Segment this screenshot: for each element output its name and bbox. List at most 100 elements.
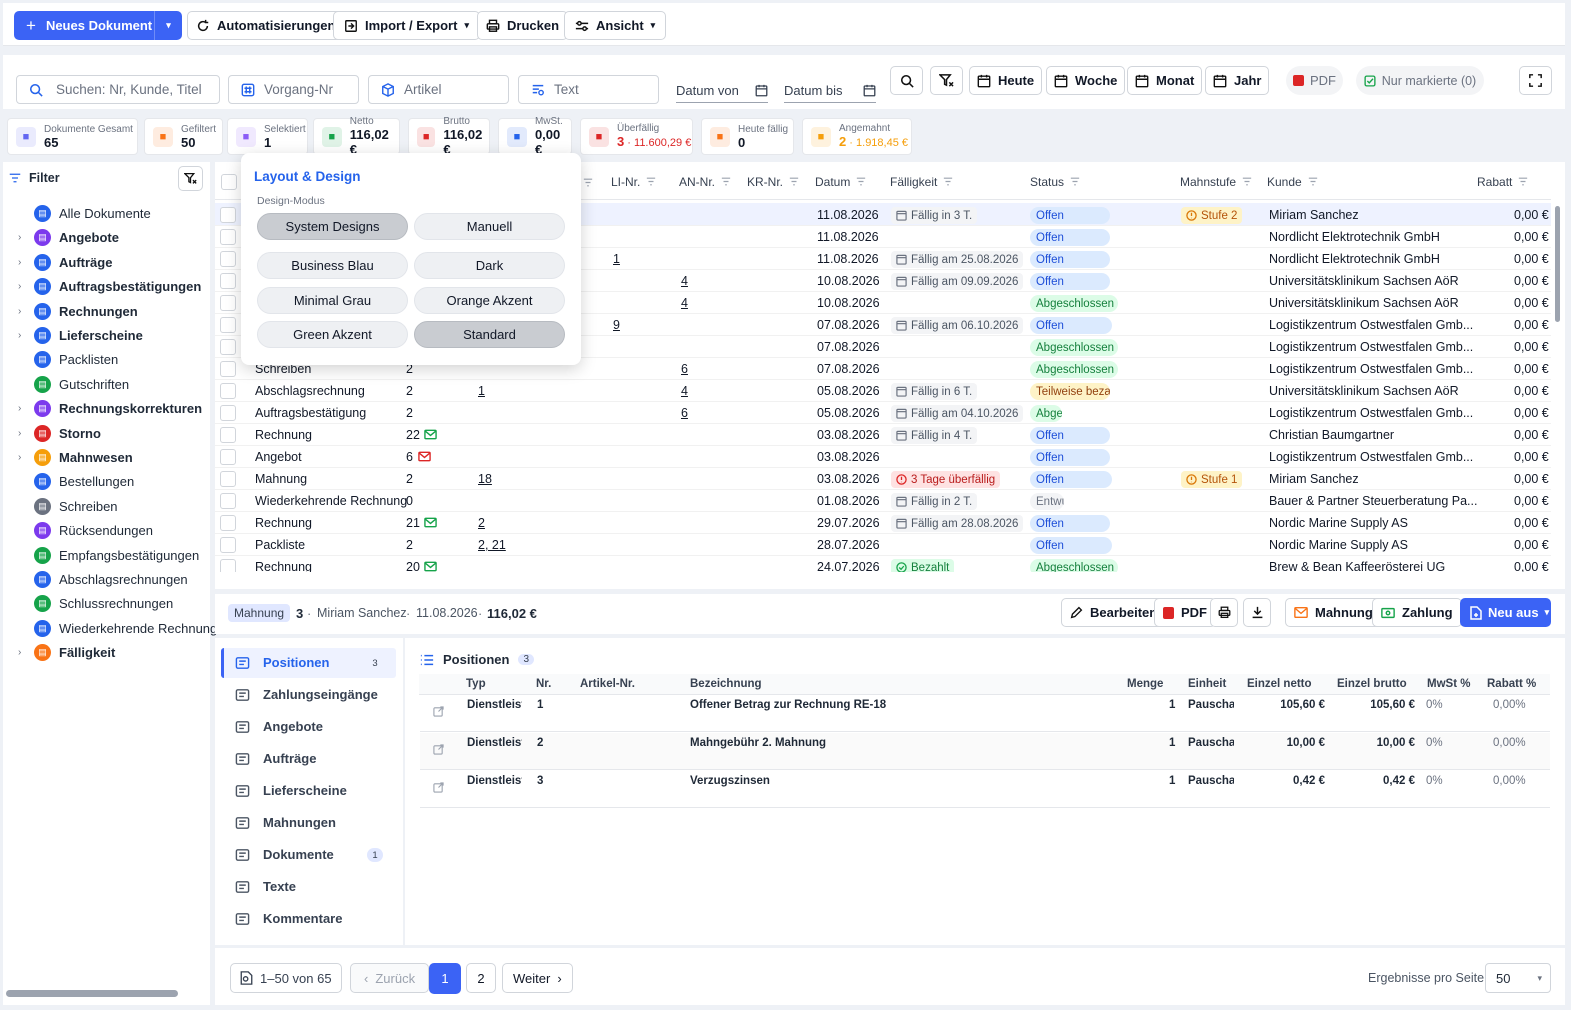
table-row[interactable]: Auftragsbestätigung 2 6 05.08.2026 Fällig am… <box>215 402 1551 424</box>
pdf-button[interactable]: PDF <box>1154 598 1216 627</box>
chevron-right-icon[interactable]: › <box>18 428 26 439</box>
year-button[interactable]: Jahr <box>1205 66 1270 95</box>
column-header-status[interactable]: Status <box>1030 175 1080 189</box>
next-page-button[interactable]: Weiter › <box>502 963 573 993</box>
print-button[interactable]: Drucken <box>477 11 569 40</box>
position-row[interactable]: Dienstleist 1 Offener Betrag zur Rechnung … <box>420 695 1550 732</box>
stat-card[interactable]: ■ Überfällig 3 · 11.600,29 € <box>580 118 693 155</box>
row-checkbox[interactable] <box>220 251 236 267</box>
mahnung-button[interactable]: Mahnung <box>1285 598 1382 627</box>
stat-card[interactable]: ■ Angemahnt 2 · 1.918,45 € <box>802 118 912 155</box>
column-header-li[interactable]: LI-Nr. <box>611 175 656 189</box>
cell-an-link[interactable]: 4 <box>681 384 688 398</box>
calendar-icon[interactable] <box>755 84 768 97</box>
column-header-faellig[interactable]: Fälligkeit <box>890 175 953 189</box>
position-row[interactable]: Dienstleist 2 Mahngebühr 2. Mahnung 1 Pausch… <box>420 733 1550 770</box>
month-button[interactable]: Monat <box>1127 66 1203 95</box>
import-export-button[interactable]: Import / Export ▾ <box>333 11 480 40</box>
sidebar-item[interactable]: ▤ Schreiben <box>18 497 118 515</box>
chevron-right-icon[interactable]: › <box>18 403 26 414</box>
header-filter-icon[interactable] <box>583 178 593 187</box>
sidebar-item[interactable]: › ▤ Storno <box>18 424 101 442</box>
cell-an-link[interactable]: 4 <box>681 274 688 288</box>
sidebar-item[interactable]: ▤ Empfangsbestätigungen <box>18 546 199 564</box>
position-column-header[interactable]: Einzel brutto <box>1337 678 1407 690</box>
row-checkbox[interactable] <box>220 229 236 245</box>
new-document-button[interactable]: + Neues Dokument ▾ <box>14 11 182 40</box>
zahlung-button[interactable]: Zahlung <box>1372 598 1462 627</box>
row-checkbox[interactable] <box>220 361 236 377</box>
stat-card[interactable]: ■ Selektiert 1 <box>227 118 308 155</box>
position-column-header[interactable]: MwSt % <box>1427 678 1470 690</box>
sidebar-item[interactable]: ▤ Wiederkehrende Rechnungen <box>18 619 232 637</box>
detail-nav-item[interactable]: Dokumente 1 <box>235 847 383 862</box>
automations-button[interactable]: Automatisierungen <box>187 11 345 40</box>
table-row[interactable]: Mahnung 2 18 03.08.2026 3 Tage überfällig Off… <box>215 468 1551 490</box>
design-option-button[interactable]: Standard <box>414 321 565 348</box>
table-row[interactable]: Wiederkehrende Rechnung 0 01.08.2026 Fällig… <box>215 490 1551 512</box>
text-input[interactable]: Text <box>518 75 659 104</box>
open-external-icon[interactable] <box>433 744 444 758</box>
chevron-right-icon[interactable]: › <box>18 330 26 341</box>
column-filter-icon[interactable] <box>1308 175 1318 189</box>
view-button[interactable]: Ansicht ▾ <box>564 11 667 40</box>
position-column-header[interactable]: Einheit <box>1188 678 1226 690</box>
row-checkbox[interactable] <box>220 383 236 399</box>
detail-nav-item[interactable]: Zahlungseingänge <box>235 687 378 702</box>
clear-sidebar-filter-button[interactable] <box>178 166 203 191</box>
mail-error-icon[interactable] <box>418 451 431 465</box>
position-column-header[interactable]: Typ <box>466 678 486 690</box>
stat-card[interactable]: ■ Heute fällig 0 <box>701 118 794 155</box>
fullscreen-button[interactable] <box>1519 66 1552 95</box>
table-row[interactable]: Abschlagsrechnung 2 1 4 05.08.2026 Fällig in … <box>215 380 1551 402</box>
sidebar-item[interactable]: ▤ Gutschriften <box>18 375 129 393</box>
column-filter-icon[interactable] <box>646 175 656 189</box>
position-column-header[interactable]: Menge <box>1127 678 1163 690</box>
column-header-kunde[interactable]: Kunde <box>1267 175 1318 189</box>
cell-an-link[interactable]: 6 <box>681 406 688 420</box>
sidebar-item[interactable]: › ▤ Lieferscheine <box>18 327 143 344</box>
table-vertical-scrollbar[interactable] <box>1555 206 1560 322</box>
stat-card[interactable]: ■ Gefiltert 50 <box>144 118 223 155</box>
per-page-select[interactable]: 50 ▾ <box>1485 963 1551 993</box>
only-marked-button[interactable]: Nur markierte (0) <box>1356 66 1484 95</box>
cell-an-link[interactable]: 4 <box>681 296 688 310</box>
new-from-button[interactable]: Neu aus ▾ <box>1460 598 1551 627</box>
cell-li-link[interactable]: 9 <box>613 318 620 332</box>
table-row[interactable]: Packliste 2 2, 21 28.07.2026 Offen Nordic Mar… <box>215 534 1551 556</box>
detail-nav-item[interactable]: Lieferscheine <box>235 783 347 798</box>
design-option-button[interactable]: Orange Akzent <box>414 287 565 314</box>
column-filter-icon[interactable] <box>1242 175 1252 189</box>
pdf-filter-button[interactable]: PDF <box>1286 66 1343 95</box>
column-header-an[interactable]: AN-Nr. <box>679 175 731 189</box>
row-checkbox[interactable] <box>220 317 236 333</box>
date-from-input[interactable]: Datum von <box>676 79 768 103</box>
sidebar-item[interactable]: ▤ Abschlagsrechnungen <box>18 571 188 588</box>
artikel-input[interactable]: Artikel <box>368 75 509 104</box>
stat-card[interactable]: ■ Netto 116,02 € <box>313 116 400 157</box>
chevron-right-icon[interactable]: › <box>18 232 26 243</box>
design-option-button[interactable]: Green Akzent <box>257 321 408 348</box>
week-button[interactable]: Woche <box>1046 66 1126 95</box>
table-row[interactable]: Angebot 6 03.08.2026 Offen Logistikzentrum O… <box>215 446 1551 468</box>
column-filter-icon[interactable] <box>856 175 866 189</box>
design-option-button[interactable]: System Designs <box>257 213 408 240</box>
open-external-icon[interactable] <box>433 782 444 796</box>
column-filter-icon[interactable] <box>1518 175 1528 189</box>
row-checkbox[interactable] <box>220 471 236 487</box>
search-button[interactable] <box>890 66 923 95</box>
row-checkbox[interactable] <box>220 273 236 289</box>
column-header-datum[interactable]: Datum <box>815 175 866 189</box>
stat-card[interactable]: ■ Brutto 116,02 € <box>408 116 490 157</box>
row-checkbox[interactable] <box>220 537 236 553</box>
row-checkbox[interactable] <box>220 405 236 421</box>
sidebar-item[interactable]: › ▤ Rechnungskorrekturen <box>18 400 202 418</box>
cell-an-link[interactable]: 6 <box>681 362 688 376</box>
column-filter-icon[interactable] <box>943 175 953 189</box>
download-button[interactable] <box>1243 598 1271 627</box>
date-to-input[interactable]: Datum bis <box>784 79 876 103</box>
design-option-button[interactable]: Dark <box>414 252 565 279</box>
clear-filter-button[interactable] <box>930 66 963 95</box>
row-checkbox[interactable] <box>220 449 236 465</box>
detail-nav-item[interactable]: Texte <box>235 879 296 894</box>
